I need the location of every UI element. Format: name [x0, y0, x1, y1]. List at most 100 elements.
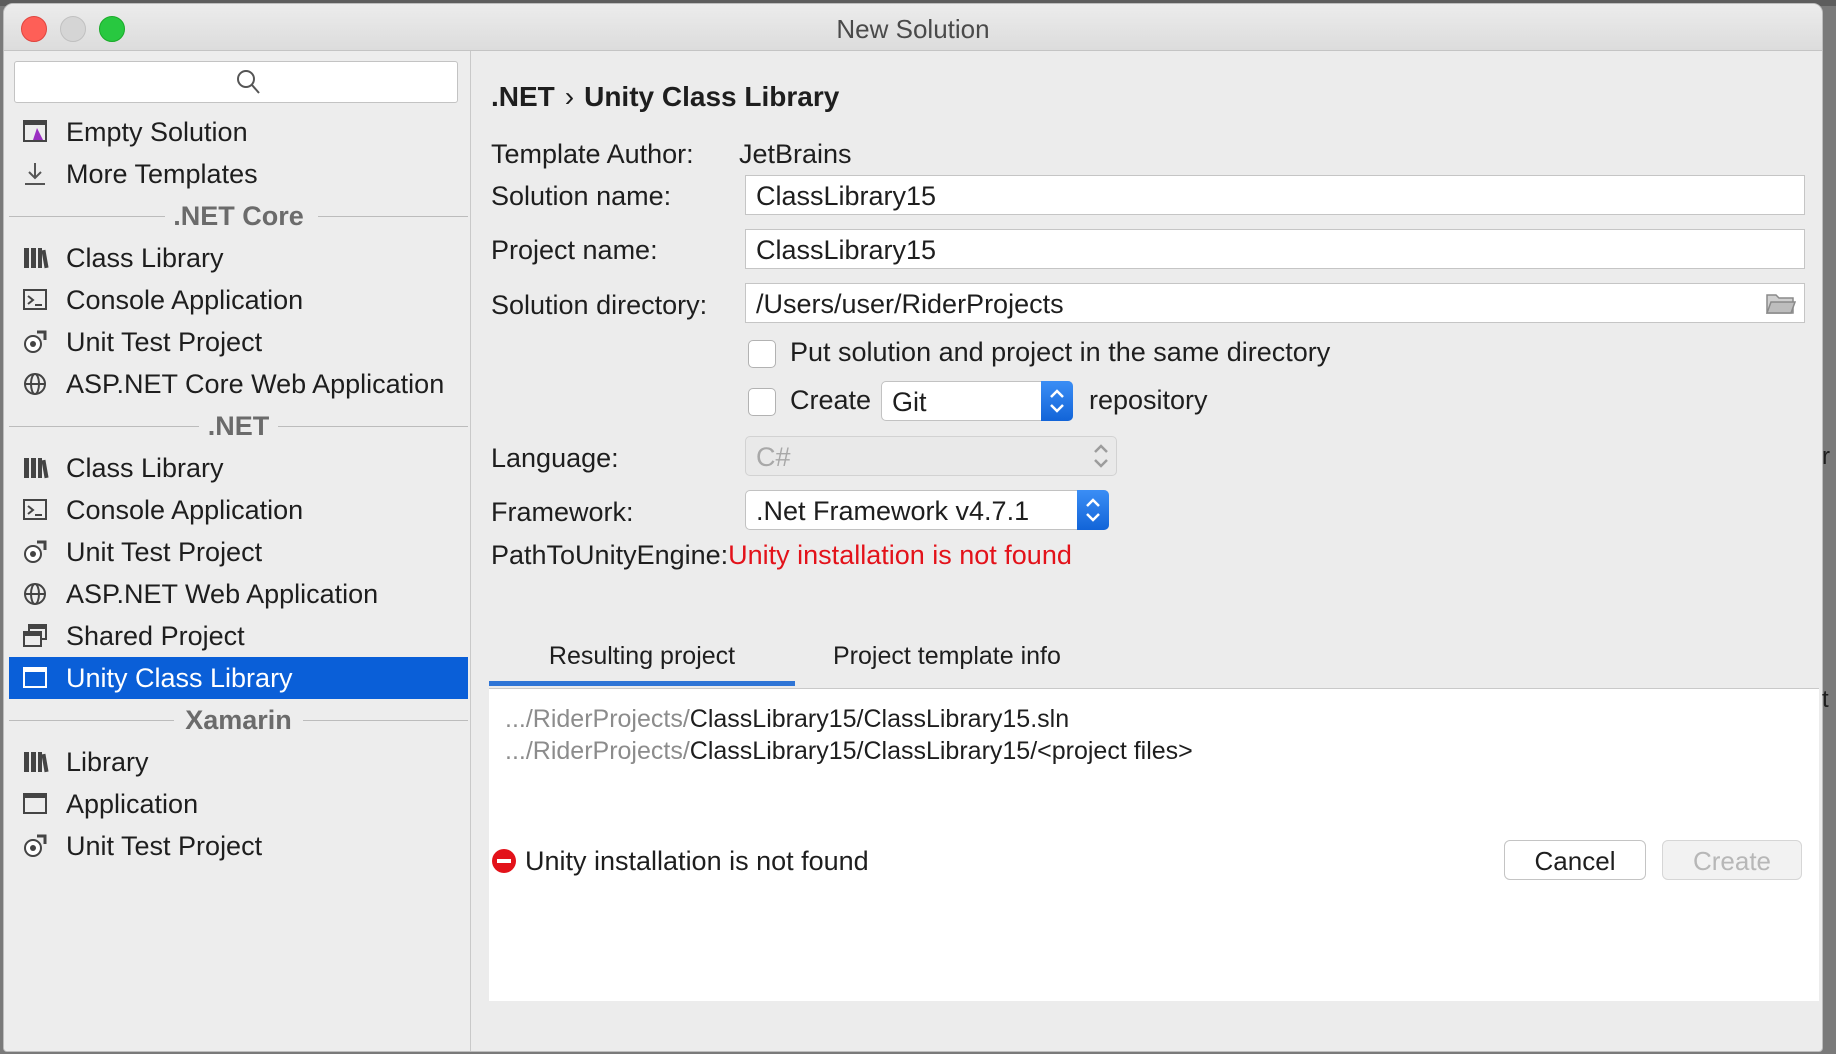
window-icon — [23, 793, 47, 814]
framework-value: .Net Framework v4.7.1 — [756, 496, 1030, 526]
sidebar-item-net-unity-class-library[interactable]: Unity Class Library — [9, 657, 468, 699]
solution-directory-value: /Users/user/RiderProjects — [756, 289, 1064, 319]
breadcrumb-parent: .NET — [491, 81, 555, 112]
framework-label: Framework: — [491, 497, 634, 527]
sidebar-item-more-templates[interactable]: More Templates — [9, 153, 468, 195]
sidebar-item-label: More Templates — [66, 159, 258, 189]
framework-select[interactable]: .Net Framework v4.7.1 — [745, 490, 1109, 530]
sidebar-item-netcore-console-application[interactable]: Console Application — [9, 279, 468, 321]
structure-prefix: .../RiderProjects/ — [505, 737, 690, 765]
create-button[interactable]: Create — [1662, 840, 1802, 880]
unit-test-icon — [24, 834, 47, 857]
sidebar-item-xamarin-library[interactable]: Library — [9, 741, 468, 783]
sidebar-item-net-unit-test-project[interactable]: Unit Test Project — [9, 531, 468, 573]
project-name-field[interactable]: ClassLibrary15 — [745, 229, 1805, 269]
solution-directory-field[interactable]: /Users/user/RiderProjects — [745, 283, 1805, 323]
window-icon — [23, 667, 47, 688]
globe-icon — [24, 583, 46, 605]
solution-directory-label: Solution directory: — [491, 290, 708, 320]
group-header-net-core: .NET Core — [9, 195, 468, 237]
download-icon — [25, 163, 45, 185]
shared-project-icon — [23, 624, 47, 647]
solution-name-field[interactable]: ClassLibrary15 — [745, 175, 1805, 215]
sidebar-item-label: Application — [66, 789, 199, 819]
template-author-label: Template Author: — [491, 139, 694, 169]
sidebar-item-net-shared-project[interactable]: Shared Project — [9, 615, 468, 657]
template-author-value: JetBrains — [739, 139, 852, 169]
breadcrumb: .NET › Unity Class Library — [491, 81, 839, 113]
sidebar-item-net-class-library[interactable]: Class Library — [9, 447, 468, 489]
sidebar-item-label: Empty Solution — [66, 117, 248, 147]
breadcrumb-separator: › — [564, 81, 575, 112]
folder-open-icon[interactable] — [1766, 292, 1796, 316]
language-value: C# — [756, 442, 791, 472]
template-sidebar: Empty Solution More Templates .NET Core … — [4, 51, 471, 1051]
library-icon — [24, 752, 49, 773]
repository-label: repository — [1089, 385, 1208, 415]
structure-line: .../RiderProjects/ClassLibrary15/ClassLi… — [505, 735, 1803, 767]
sidebar-item-netcore-class-library[interactable]: Class Library — [9, 237, 468, 279]
globe-icon — [24, 373, 46, 395]
select-arrows-icon — [1085, 436, 1117, 476]
same-directory-label: Put solution and project in the same dir… — [790, 337, 1331, 367]
cancel-button[interactable]: Cancel — [1504, 840, 1646, 880]
sidebar-item-label: Unit Test Project — [66, 537, 263, 567]
tab-resulting-project-structure[interactable]: Resulting project structure — [489, 626, 795, 730]
sidebar-item-net-console-application[interactable]: Console Application — [9, 489, 468, 531]
select-arrows-icon — [1077, 490, 1109, 530]
unity-path-label: PathToUnityEngine: — [491, 540, 729, 570]
create-repository-checkbox[interactable] — [748, 388, 776, 416]
sidebar-item-empty-solution[interactable]: Empty Solution — [9, 111, 468, 153]
unity-path-row: PathToUnityEngine:Unity installation is … — [491, 540, 1072, 571]
structure-prefix: .../RiderProjects/ — [505, 705, 690, 733]
title-bar: New Solution — [4, 4, 1822, 51]
search-icon — [237, 70, 260, 94]
sidebar-item-label: Unit Test Project — [66, 327, 263, 357]
library-icon — [24, 458, 49, 479]
sidebar-item-label: Class Library — [66, 243, 224, 273]
structure-path: ClassLibrary15/ClassLibrary15.sln — [689, 705, 1070, 733]
bottom-error-message: Unity installation is not found — [491, 846, 869, 877]
unit-test-icon — [24, 330, 47, 353]
sidebar-item-label: Unit Test Project — [66, 831, 263, 861]
template-search-input[interactable] — [14, 61, 458, 103]
empty-solution-icon — [23, 120, 47, 142]
background-text-fragment: t — [1822, 686, 1829, 713]
sidebar-item-label: Unity Class Library — [66, 663, 293, 693]
sidebar-item-label: Class Library — [66, 453, 224, 483]
structure-path: ClassLibrary15/ClassLibrary15/<project f… — [689, 737, 1193, 765]
info-tabs: Resulting project structure Project temp… — [489, 626, 1819, 730]
tab-project-template-info[interactable]: Project template info — [811, 626, 1083, 686]
sidebar-item-netcore-aspnet-core-web-app[interactable]: ASP.NET Core Web Application — [9, 363, 468, 405]
sidebar-item-label: Shared Project — [66, 621, 245, 651]
language-select[interactable]: C# — [745, 436, 1117, 476]
vcs-value: Git — [892, 387, 927, 417]
sidebar-item-label: ASP.NET Web Application — [66, 579, 379, 609]
sidebar-item-xamarin-application[interactable]: Application — [9, 783, 468, 825]
group-header-xamarin: Xamarin — [9, 699, 468, 741]
library-icon — [24, 248, 49, 269]
vcs-select[interactable]: Git — [881, 381, 1073, 421]
solution-name-label: Solution name: — [491, 181, 672, 211]
structure-line: .../RiderProjects/ClassLibrary15/ClassLi… — [505, 703, 1803, 735]
language-label: Language: — [491, 443, 619, 473]
console-icon — [23, 289, 47, 310]
sidebar-item-netcore-unit-test-project[interactable]: Unit Test Project — [9, 321, 468, 363]
template-list: Empty Solution More Templates .NET Core … — [9, 111, 468, 867]
sidebar-item-label: ASP.NET Core Web Application — [66, 369, 445, 399]
bottom-error-text: Unity installation is not found — [525, 846, 869, 876]
console-icon — [23, 499, 47, 520]
sidebar-item-xamarin-unit-test-project[interactable]: Unit Test Project — [9, 825, 468, 867]
same-directory-checkbox[interactable] — [748, 340, 776, 368]
group-header-net: .NET — [9, 405, 468, 447]
select-arrows-icon — [1041, 381, 1073, 421]
sidebar-item-label: Library — [66, 747, 149, 777]
create-label: Create — [790, 385, 872, 415]
unity-path-error: Unity installation is not found — [728, 540, 1072, 570]
background-text-fragment: r — [1822, 443, 1830, 470]
error-icon — [492, 849, 516, 873]
project-name-label: Project name: — [491, 235, 658, 265]
sidebar-item-label: Console Application — [66, 285, 304, 315]
breadcrumb-current: Unity Class Library — [584, 81, 840, 112]
sidebar-item-net-aspnet-web-app[interactable]: ASP.NET Web Application — [9, 573, 468, 615]
